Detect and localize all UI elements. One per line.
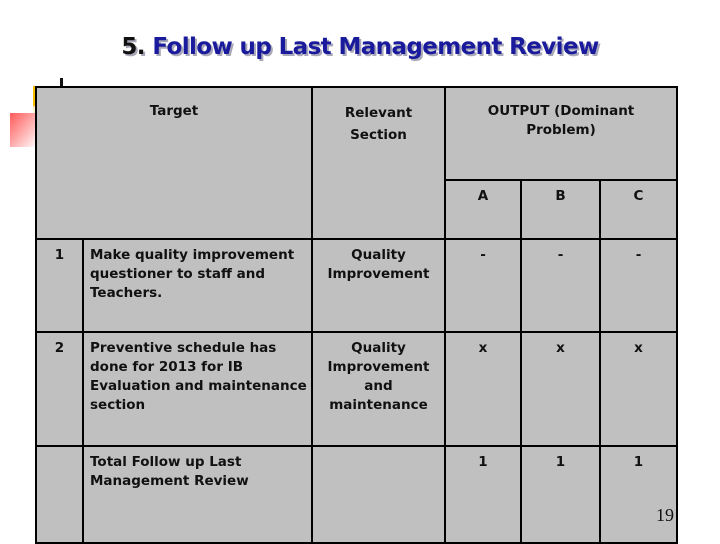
header-target: Target — [35, 86, 313, 240]
slide-title-text: Follow up Last Management Review — [152, 34, 599, 60]
row-value-b: - — [520, 238, 601, 333]
row-index: 2 — [35, 331, 84, 447]
row-target: Preventive schedule has done for 2013 fo… — [82, 331, 313, 447]
slide-title-number: 5. — [121, 34, 145, 60]
row-value-b: x — [520, 331, 601, 447]
total-value-a: 1 — [444, 445, 522, 544]
header-output: OUTPUT (Dominant Problem) — [444, 86, 678, 181]
row-value-a: - — [444, 238, 522, 333]
row-target: Make quality improvement questioner to s… — [82, 238, 313, 333]
page-number: 19 — [656, 505, 674, 525]
table-row: 1 Make quality improvement questioner to… — [35, 238, 678, 333]
header-row: Target Relevant Section OUTPUT (Dominant… — [35, 86, 678, 240]
row-value-c: - — [599, 238, 678, 333]
row-value-c: x — [599, 331, 678, 447]
decorative-red-bullet — [10, 113, 38, 147]
total-value-c: 1 — [599, 445, 678, 544]
total-row: Total Follow up Last Management Review 1… — [35, 445, 678, 544]
row-index: 1 — [35, 238, 84, 333]
header-relevant-section: Relevant Section — [311, 86, 446, 240]
row-value-a: x — [444, 331, 522, 447]
row-relevant-section: Quality Improvement and maintenance — [311, 331, 446, 447]
total-relevant-section — [311, 445, 446, 544]
total-value-b: 1 — [520, 445, 601, 544]
total-label: Total Follow up Last Management Review — [82, 445, 313, 544]
total-index — [35, 445, 84, 544]
header-col-c: C — [599, 179, 678, 240]
row-relevant-section: Quality Improvement — [311, 238, 446, 333]
table-row: 2 Preventive schedule has done for 2013 … — [35, 331, 678, 447]
header-col-a: A — [444, 179, 522, 240]
follow-up-table: Target Relevant Section OUTPUT (Dominant… — [35, 86, 678, 544]
header-col-b: B — [520, 179, 601, 240]
slide-title: 5. Follow up Last Management Review — [0, 34, 720, 60]
